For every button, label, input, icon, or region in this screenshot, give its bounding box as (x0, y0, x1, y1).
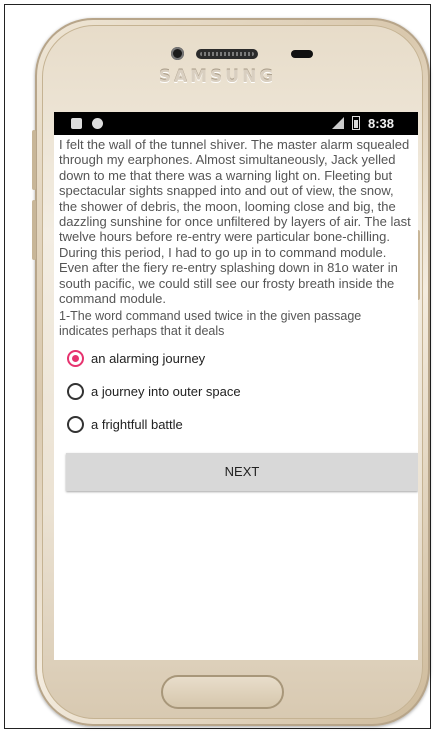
battery-icon (352, 116, 360, 130)
radio-button[interactable] (67, 382, 84, 400)
signal-icon (332, 117, 344, 129)
option-label: an alarming journey (91, 350, 206, 366)
answer-options: an alarming journey a journey into outer… (59, 342, 414, 441)
option-1[interactable]: an alarming journey (59, 342, 414, 375)
option-3[interactable]: a frightfull battle (59, 408, 414, 441)
option-label: a journey into outer space (91, 383, 241, 399)
status-bar: 8:38 (54, 112, 418, 135)
alarm-icon (92, 118, 103, 129)
status-time: 8:38 (368, 116, 395, 131)
phone-screen: 8:38 I felt the wall of the tunnel shive… (54, 112, 418, 660)
option-2[interactable]: a journey into outer space (59, 375, 414, 408)
volume-down-button[interactable] (32, 200, 36, 260)
option-label: a frightfull battle (91, 416, 183, 432)
notification-icon (71, 118, 82, 129)
quiz-content: I felt the wall of the tunnel shiver. Th… (54, 135, 418, 491)
next-button[interactable]: NEXT (66, 452, 418, 491)
volume-up-button[interactable] (32, 130, 36, 190)
question-text: 1-The word command used twice in the giv… (59, 309, 362, 338)
earpiece-speaker (196, 49, 258, 59)
radio-button[interactable] (67, 415, 84, 433)
proximity-sensor (291, 50, 313, 58)
front-camera-icon (171, 47, 184, 60)
radio-button-selected[interactable] (67, 349, 84, 367)
brand-logo: SAMSUNG (158, 67, 277, 87)
reading-passage: I felt the wall of the tunnel shiver. Th… (59, 137, 411, 307)
home-button[interactable] (161, 675, 284, 709)
figure-frame: SAMSUNG 8:38 I felt the wall of the tunn… (4, 4, 431, 729)
